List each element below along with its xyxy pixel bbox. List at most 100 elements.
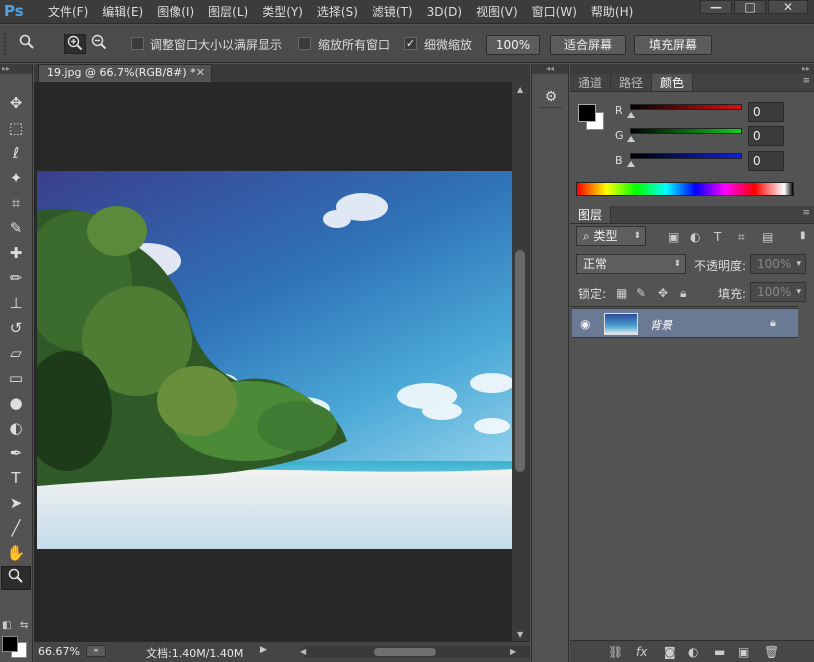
g-slider-thumb[interactable]: [627, 136, 635, 142]
layer-filter-dropdown[interactable]: ⌕ 类型 ⬍: [576, 226, 646, 246]
color-spectrum-ramp[interactable]: [576, 182, 794, 196]
r-slider-thumb[interactable]: [627, 112, 635, 118]
menu-edit[interactable]: 编辑(E): [96, 4, 149, 20]
gradient-tool-icon[interactable]: ▭: [1, 366, 31, 390]
zoom-100-button[interactable]: 100%: [486, 35, 540, 55]
g-value-input[interactable]: 0: [748, 126, 784, 146]
fill-input[interactable]: 100% ▾: [750, 282, 806, 302]
zoom-tool-preset-icon[interactable]: [16, 34, 38, 54]
b-value-input[interactable]: 0: [748, 151, 784, 171]
zoom-level[interactable]: 66.67%: [38, 645, 80, 658]
menu-layer[interactable]: 图层(L): [202, 4, 254, 20]
zoom-out-icon[interactable]: [88, 34, 110, 54]
lock-image-icon[interactable]: ✎: [636, 286, 646, 300]
fill-screen-button[interactable]: 填充屏幕: [634, 35, 712, 55]
dodge-tool-icon[interactable]: ◐: [1, 416, 31, 440]
zoom-tool-icon[interactable]: [1, 566, 31, 590]
menu-select[interactable]: 选择(S): [311, 4, 364, 20]
document-tab[interactable]: 19.jpg @ 66.7%(RGB/8#) * ✕: [38, 64, 212, 82]
zoom-all-checkbox[interactable]: [298, 37, 311, 50]
type-filter-icon[interactable]: T: [714, 230, 721, 244]
menu-type[interactable]: 类型(Y): [256, 4, 309, 20]
clone-stamp-tool-icon[interactable]: ⊥: [1, 291, 31, 315]
adjustment-filter-icon[interactable]: ◐: [690, 230, 700, 244]
options-grip[interactable]: [4, 33, 10, 55]
lock-all-icon[interactable]: 🔒︎: [680, 286, 686, 301]
add-mask-icon[interactable]: ◙: [664, 645, 676, 659]
history-brush-tool-icon[interactable]: ↺: [1, 316, 31, 340]
hand-tool-icon[interactable]: ✋: [1, 541, 31, 565]
adjustment-layer-icon[interactable]: ◐: [688, 645, 698, 659]
r-slider[interactable]: [630, 104, 742, 110]
tab-paths[interactable]: 路径: [611, 74, 653, 91]
brush-tool-icon[interactable]: ✏: [1, 266, 31, 290]
layer-style-icon[interactable]: fx: [636, 645, 647, 659]
layer-name[interactable]: 背景: [650, 317, 672, 333]
default-colors-icon[interactable]: ◧: [2, 620, 11, 631]
close-tab-icon[interactable]: ✕: [196, 65, 205, 81]
shape-filter-icon[interactable]: ⌗: [738, 230, 745, 245]
lasso-tool-icon[interactable]: ℓ: [1, 141, 31, 165]
marquee-tool-icon[interactable]: ⬚: [1, 116, 31, 140]
line-tool-icon[interactable]: ╱: [1, 516, 31, 540]
fit-screen-button[interactable]: 适合屏幕: [550, 35, 626, 55]
scroll-right-arrow-icon[interactable]: ▶: [510, 647, 516, 656]
resize-windows-checkbox[interactable]: [131, 37, 144, 50]
vertical-scrollbar[interactable]: ▲ ▼: [512, 82, 530, 641]
eye-icon[interactable]: ◉: [580, 317, 590, 331]
delete-layer-icon[interactable]: 🗑︎: [764, 645, 779, 659]
scroll-up-arrow-icon[interactable]: ▲: [517, 85, 523, 94]
crop-tool-icon[interactable]: ⌗: [1, 191, 31, 215]
swap-colors-icon[interactable]: ⇆: [20, 620, 28, 631]
lock-transparent-icon[interactable]: ▦: [616, 286, 627, 300]
lock-position-icon[interactable]: ✥: [658, 286, 668, 300]
healing-brush-tool-icon[interactable]: ✚: [1, 241, 31, 265]
document-image[interactable]: [37, 171, 513, 549]
pixel-filter-icon[interactable]: ▣: [668, 230, 679, 244]
path-selection-tool-icon[interactable]: ➤: [1, 491, 31, 515]
menu-file[interactable]: 文件(F): [42, 4, 94, 20]
minimize-button[interactable]: —: [700, 0, 732, 14]
menu-view[interactable]: 视图(V): [470, 4, 524, 20]
dock-collapse-header[interactable]: ◂◂: [532, 64, 568, 74]
magic-wand-tool-icon[interactable]: ✦: [1, 166, 31, 190]
smart-object-filter-icon[interactable]: ▤: [762, 230, 773, 244]
maximize-button[interactable]: □: [734, 0, 766, 14]
opacity-input[interactable]: 100% ▾: [750, 254, 806, 274]
color-panel-menu-icon[interactable]: ≡: [802, 76, 810, 86]
menu-filter[interactable]: 滤镜(T): [366, 4, 419, 20]
scrubby-zoom-checkbox[interactable]: ✓: [404, 37, 417, 50]
canvas-area[interactable]: [34, 82, 513, 641]
scroll-down-arrow-icon[interactable]: ▼: [517, 630, 523, 639]
scroll-left-arrow-icon[interactable]: ◀: [300, 647, 306, 656]
color-panel-fg-swatch[interactable]: [578, 104, 596, 122]
horizontal-scrollbar[interactable]: ◀ ▶: [300, 646, 530, 658]
status-preview-icon[interactable]: ⚭: [86, 645, 106, 657]
menu-window[interactable]: 窗口(W): [526, 4, 583, 20]
eyedropper-tool-icon[interactable]: ✎: [1, 216, 31, 240]
eraser-tool-icon[interactable]: ▱: [1, 341, 31, 365]
properties-panel-icon[interactable]: ⚙: [540, 86, 562, 108]
type-tool-icon[interactable]: T: [1, 466, 31, 490]
new-layer-icon[interactable]: ▣: [738, 645, 749, 659]
tab-layers[interactable]: 图层: [570, 206, 612, 223]
zoom-in-icon[interactable]: [64, 34, 86, 54]
layer-row[interactable]: ◉ 背景 🔒︎: [572, 308, 798, 338]
b-slider-thumb[interactable]: [627, 161, 635, 167]
horizontal-scroll-thumb[interactable]: [374, 648, 436, 656]
foreground-color-swatch[interactable]: [2, 636, 18, 652]
menu-3d[interactable]: 3D(D): [421, 4, 468, 20]
filter-toggle-icon[interactable]: ▮: [800, 230, 806, 241]
new-group-icon[interactable]: ▬: [714, 645, 725, 659]
vertical-scroll-thumb[interactable]: [515, 250, 525, 472]
b-slider[interactable]: [630, 153, 742, 159]
tab-channels[interactable]: 通道: [570, 74, 612, 91]
layers-panel-menu-icon[interactable]: ≡: [802, 208, 810, 218]
menu-help[interactable]: 帮助(H): [585, 4, 639, 20]
tab-color[interactable]: 颜色: [652, 74, 694, 91]
status-menu-arrow-icon[interactable]: ▶: [260, 645, 267, 655]
move-tool-icon[interactable]: ✥: [1, 91, 31, 115]
close-button[interactable]: ✕: [768, 0, 808, 14]
blur-tool-icon[interactable]: ●: [1, 391, 31, 415]
r-value-input[interactable]: 0: [748, 102, 784, 122]
